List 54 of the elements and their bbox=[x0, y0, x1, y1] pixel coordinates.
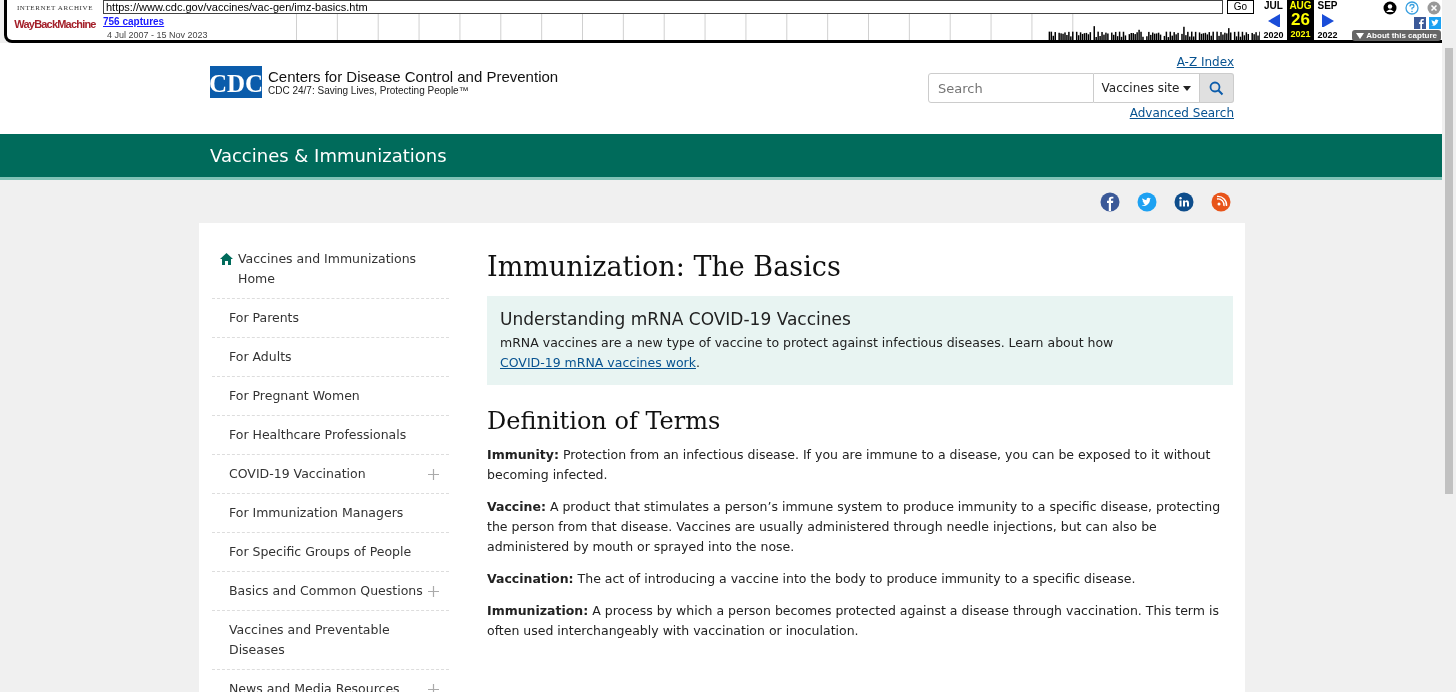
twitter-icon[interactable] bbox=[1137, 192, 1157, 212]
definition-paragraph: Vaccination: The act of introducing a vaccine into the body to produce immunity to a specific disease. bbox=[487, 570, 1137, 588]
url-field[interactable]: https://www.cdc.gov/vaccines/vac-gen/imz-basics.htm bbox=[103, 0, 1223, 14]
search-icon bbox=[1209, 80, 1224, 96]
month-column[interactable]: SEP 2022 bbox=[1314, 0, 1341, 40]
caret-icon bbox=[1356, 32, 1365, 39]
sidebar-item[interactable]: COVID-19 Vaccination bbox=[212, 455, 449, 494]
twitter-icon[interactable] bbox=[1429, 17, 1441, 29]
sidebar-item[interactable]: For Adults bbox=[212, 338, 449, 377]
facebook-icon[interactable] bbox=[1414, 17, 1426, 29]
sidebar-item[interactable]: For Healthcare Professionals bbox=[212, 416, 449, 455]
search-button[interactable] bbox=[1200, 73, 1234, 103]
sidebar-item[interactable]: For Immunization Managers bbox=[212, 494, 449, 533]
expand-icon[interactable] bbox=[428, 683, 439, 692]
expand-icon[interactable] bbox=[428, 468, 439, 480]
mrna-vaccines-link[interactable]: COVID-19 mRNA vaccines work bbox=[500, 355, 696, 370]
account-icon[interactable] bbox=[1383, 1, 1397, 15]
caret-icon bbox=[1183, 85, 1192, 91]
definition-paragraph: Vaccine: A product that stimulates a person’s immune system to produce immunity to a specific disease, protecting the person from that disease. Vaccines are usually administered through needle injections, but can also be administered by mouth or sprayed into the nose. bbox=[487, 498, 1222, 556]
date-range: 4 Jul 2007 - 15 Nov 2023 bbox=[107, 30, 209, 40]
callout-text: mRNA vaccines are a new type of vaccine to protect against infectious diseases. Learn about how COVID-19 mRNA vaccines work. bbox=[500, 334, 1115, 372]
expand-icon[interactable] bbox=[428, 585, 439, 597]
sidebar-item[interactable]: For Specific Groups of People bbox=[212, 533, 449, 572]
sidebar-item[interactable]: For Parents bbox=[212, 299, 449, 338]
close-icon[interactable] bbox=[1427, 1, 1441, 15]
facebook-icon[interactable] bbox=[1100, 192, 1120, 212]
tagline: CDC 24/7: Saving Lives, Protecting People™ bbox=[268, 85, 470, 96]
month-column[interactable]: JUL 2020 bbox=[1260, 0, 1287, 40]
sidebar-item[interactable]: Vaccines and Immunizations Home bbox=[212, 240, 449, 299]
az-index-link[interactable]: A-Z Index bbox=[1176, 55, 1234, 69]
captures-link[interactable]: 756 captures bbox=[103, 16, 243, 27]
sidebar-item[interactable]: Vaccines and Preventable Diseases bbox=[212, 611, 449, 670]
definition-paragraph: Immunity: Protection from an infectious disease. If you are immune to a disease, you can be exposed to it without becoming infected. bbox=[487, 446, 1212, 484]
previous-arrow-icon[interactable] bbox=[1267, 14, 1280, 27]
go-button[interactable]: Go bbox=[1226, 0, 1254, 14]
about-capture-button[interactable]: About this capture bbox=[1352, 30, 1441, 41]
sidebar-item[interactable]: Basics and Common Questions bbox=[212, 572, 449, 611]
organization-name: Centers for Disease Control and Prevention bbox=[268, 68, 559, 85]
search-field[interactable]: Search bbox=[928, 73, 1094, 103]
banner-title[interactable]: Vaccines & Immunizations bbox=[210, 145, 447, 166]
page-title: Immunization: The Basics bbox=[487, 251, 842, 282]
home-icon bbox=[220, 253, 233, 265]
callout-title: Understanding mRNA COVID-19 Vaccines bbox=[500, 309, 852, 329]
definition-paragraph: Immunization: A process by which a person becomes protected against a disease through vaccination. This term is often used interchangeably with vaccination or inoculation. bbox=[487, 602, 1220, 640]
linkedin-icon[interactable] bbox=[1174, 192, 1194, 212]
help-icon[interactable] bbox=[1405, 1, 1419, 15]
next-arrow-icon[interactable] bbox=[1321, 14, 1334, 27]
advanced-search-link[interactable]: Advanced Search bbox=[1129, 106, 1234, 120]
month-column[interactable]: AUG 26 2021 bbox=[1287, 0, 1314, 40]
syndication-icon[interactable] bbox=[1211, 192, 1231, 212]
scope-dropdown[interactable]: Vaccines site bbox=[1094, 73, 1200, 103]
sidebar-item[interactable]: For Pregnant Women bbox=[212, 377, 449, 416]
cdc-logo[interactable]: CDC bbox=[210, 66, 262, 98]
section-heading: Definition of Terms bbox=[487, 407, 722, 435]
